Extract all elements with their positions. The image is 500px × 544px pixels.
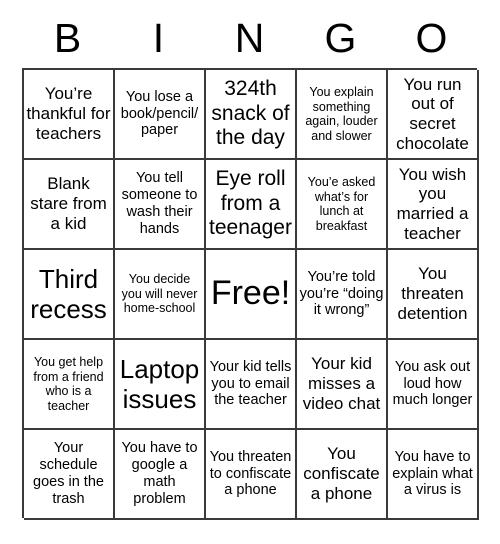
bingo-cell-b2[interactable]: Blank stare from a kid (24, 160, 115, 250)
bingo-cell-text: Free! (210, 274, 291, 313)
header-letter-i: I (152, 14, 165, 61)
bingo-cell-o2[interactable]: You wish you married a teacher (388, 160, 479, 250)
bingo-cell-n4[interactable]: Your kid tells you to email the teacher (206, 340, 297, 430)
bingo-cell-o5[interactable]: You have to explain what a virus is (388, 430, 479, 520)
bingo-cell-text: You’re thankful for teachers (26, 84, 111, 143)
bingo-cell-g2[interactable]: You’e asked what’s for lunch at breakfas… (297, 160, 388, 250)
bingo-cell-o3[interactable]: You threaten detention (388, 250, 479, 340)
bingo-cell-text: You have to google a math problem (121, 440, 198, 507)
bingo-cell-text: You’re told you’re “doing it wrong” (299, 268, 384, 319)
bingo-cell-text: You run out of secret chocolate (396, 74, 469, 153)
bingo-cell-n3[interactable]: Free! (206, 250, 297, 340)
bingo-cell-text: You threaten detention (397, 264, 468, 323)
bingo-cell-text: Your schedule goes in the trash (33, 440, 104, 507)
header-letter-b: B (53, 14, 82, 61)
bingo-cell-text: Eye roll from a teenager (209, 167, 292, 240)
bingo-cell-text: Your kid misses a video chat (302, 354, 381, 413)
bingo-cell-i3[interactable]: You decide you will never home-school (115, 250, 206, 340)
bingo-cell-text: You confiscate a phone (303, 444, 380, 503)
header-letter-g: G (324, 14, 357, 61)
bingo-cell-text: Third recess (30, 263, 107, 324)
bingo-cell-n2[interactable]: Eye roll from a teenager (206, 160, 297, 250)
bingo-cell-b4[interactable]: You get help from a friend who is a teac… (24, 340, 115, 430)
bingo-cell-b1[interactable]: You’re thankful for teachers (24, 70, 115, 160)
bingo-cell-i2[interactable]: You tell someone to wash their hands (115, 160, 206, 250)
bingo-cell-text: You lose a book/pencil/paper (120, 88, 199, 139)
bingo-header-row: B I N G O (22, 12, 477, 64)
bingo-cell-g4[interactable]: Your kid misses a video chat (297, 340, 388, 430)
header-letter-n: N (234, 14, 265, 61)
bingo-cell-text: Blank stare from a kid (30, 174, 107, 233)
bingo-cell-i4[interactable]: Laptop issues (115, 340, 206, 430)
bingo-cell-text: You threaten to confiscate a phone (209, 448, 292, 499)
bingo-cell-text: You’e asked what’s for lunch at breakfas… (307, 175, 376, 233)
bingo-cell-text: Laptop issues (119, 353, 200, 414)
bingo-cell-b3[interactable]: Third recess (24, 250, 115, 340)
bingo-cell-i1[interactable]: You lose a book/pencil/paper (115, 70, 206, 160)
bingo-cell-g3[interactable]: You’re told you’re “doing it wrong” (297, 250, 388, 340)
bingo-cell-n1[interactable]: 324th snack of the day (206, 70, 297, 160)
bingo-cell-text: You decide you will never home-school (121, 272, 198, 316)
bingo-cell-g5[interactable]: You confiscate a phone (297, 430, 388, 520)
bingo-cell-b5[interactable]: Your schedule goes in the trash (24, 430, 115, 520)
bingo-cell-i5[interactable]: You have to google a math problem (115, 430, 206, 520)
bingo-cell-text: You have to explain what a virus is (392, 448, 473, 499)
bingo-card: B I N G O You’re thankful for teachers Yo… (0, 0, 500, 544)
bingo-cell-n5[interactable]: You threaten to confiscate a phone (206, 430, 297, 520)
bingo-cell-text: You explain something again, louder and … (305, 85, 378, 143)
bingo-cell-o4[interactable]: You ask out loud how much longer (388, 340, 479, 430)
bingo-cell-text: You ask out loud how much longer (392, 358, 473, 409)
bingo-cell-text: You wish you married a teacher (396, 164, 469, 243)
bingo-cell-text: You get help from a friend who is a teac… (33, 355, 104, 413)
bingo-cell-text: You tell someone to wash their hands (121, 170, 198, 237)
bingo-cell-g1[interactable]: You explain something again, louder and … (297, 70, 388, 160)
bingo-grid: You’re thankful for teachers You lose a b… (22, 68, 479, 520)
header-letter-o: O (415, 14, 448, 61)
bingo-cell-text: Your kid tells you to email the teacher (209, 358, 292, 409)
bingo-cell-o1[interactable]: You run out of secret chocolate (388, 70, 479, 160)
bingo-cell-text: 324th snack of the day (211, 77, 290, 150)
